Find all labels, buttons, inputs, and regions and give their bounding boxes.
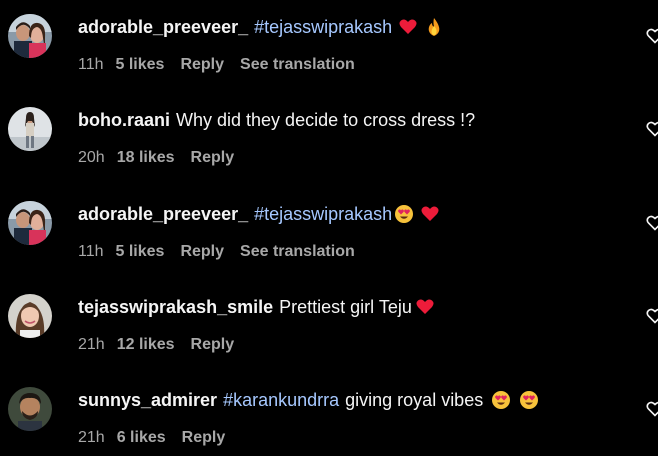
comment-item: tejasswiprakash_smile Prettiest girl Tej… [0, 283, 658, 363]
comment-hashtag[interactable]: #karankundrra [223, 388, 339, 412]
heart-eyes-emoji [394, 204, 414, 224]
like-heart-icon[interactable] [646, 214, 658, 232]
avatar-couple-photo [8, 201, 52, 245]
comment-meta: 21h 6 likes Reply [78, 428, 241, 448]
reply-button[interactable]: Reply [182, 428, 226, 448]
comment-likes[interactable]: 5 likes [116, 55, 165, 75]
comment-meta: 21h 12 likes Reply [78, 335, 250, 355]
comment-text: giving royal vibes [345, 390, 484, 410]
avatar-woman-portrait [8, 294, 52, 338]
like-heart-icon[interactable] [646, 307, 658, 325]
avatar[interactable] [8, 107, 52, 151]
comment-item: adorable_preeveer_ #tejasswiprakash 11h … [0, 3, 658, 83]
reply-button[interactable]: Reply [180, 242, 224, 262]
like-heart-icon[interactable] [646, 120, 658, 138]
comment-username[interactable]: boho.raani [78, 108, 170, 132]
avatar-man-portrait [8, 387, 52, 431]
heart-eyes-emoji [519, 390, 539, 410]
comment-content: adorable_preeveer_ #tejasswiprakash [78, 15, 444, 39]
comment-time: 21h [78, 429, 105, 446]
avatar-woman-photo [8, 107, 52, 151]
comments-list: adorable_preeveer_ #tejasswiprakash 11h … [0, 0, 658, 450]
red-heart-emoji [415, 297, 435, 317]
see-translation-button[interactable]: See translation [240, 55, 355, 75]
comment-meta: 11h 5 likes Reply See translation [78, 242, 355, 262]
reply-button[interactable]: Reply [191, 148, 235, 168]
comment-text: Prettiest girl Teju [279, 297, 412, 317]
comment-meta: 20h 18 likes Reply [78, 148, 250, 168]
avatar-couple-photo [8, 14, 52, 58]
red-heart-emoji [420, 204, 440, 224]
red-heart-emoji [398, 17, 418, 37]
avatar[interactable] [8, 294, 52, 338]
fire-emoji [424, 17, 444, 37]
comment-item: adorable_preeveer_ #tejasswiprakash 11h … [0, 190, 658, 270]
comment-likes[interactable]: 5 likes [116, 242, 165, 262]
comment-item: sunnys_admirer #karankundrra giving roya… [0, 376, 658, 456]
comment-username[interactable]: adorable_preeveer_ [78, 15, 248, 39]
comment-likes[interactable]: 18 likes [117, 148, 175, 168]
comment-hashtag[interactable]: #tejasswiprakash [254, 15, 392, 39]
see-translation-button[interactable]: See translation [240, 242, 355, 262]
comment-username[interactable]: adorable_preeveer_ [78, 202, 248, 226]
comment-text: Why did they decide to cross dress !? [176, 110, 476, 130]
reply-button[interactable]: Reply [180, 55, 224, 75]
comment-meta: 11h 5 likes Reply See translation [78, 55, 355, 75]
like-heart-icon[interactable] [646, 400, 658, 418]
comment-time: 20h [78, 149, 105, 166]
avatar[interactable] [8, 387, 52, 431]
comment-content: boho.raani Why did they decide to cross … [78, 108, 475, 132]
comment-content: adorable_preeveer_ #tejasswiprakash [78, 202, 440, 226]
comment-likes[interactable]: 6 likes [117, 428, 166, 448]
comment-content: tejasswiprakash_smile Prettiest girl Tej… [78, 295, 435, 319]
heart-eyes-emoji [491, 390, 511, 410]
like-heart-icon[interactable] [646, 27, 658, 45]
reply-button[interactable]: Reply [191, 335, 235, 355]
comment-username[interactable]: tejasswiprakash_smile [78, 295, 273, 319]
comment-time: 11h [78, 56, 104, 73]
avatar[interactable] [8, 14, 52, 58]
comment-time: 11h [78, 243, 104, 260]
comment-username[interactable]: sunnys_admirer [78, 388, 217, 412]
comment-hashtag[interactable]: #tejasswiprakash [254, 202, 392, 226]
comment-time: 21h [78, 336, 105, 353]
comment-item: boho.raani Why did they decide to cross … [0, 96, 658, 176]
comment-likes[interactable]: 12 likes [117, 335, 175, 355]
avatar[interactable] [8, 201, 52, 245]
comment-content: sunnys_admirer #karankundrra giving roya… [78, 388, 539, 412]
